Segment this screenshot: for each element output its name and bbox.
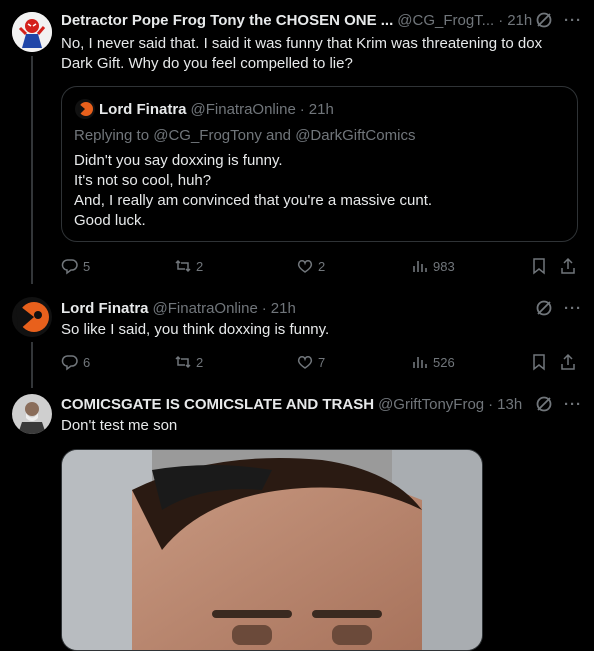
- action-bar: 5 2 2 983: [61, 256, 581, 276]
- separator: ·: [488, 395, 494, 413]
- thread-line: [31, 56, 33, 284]
- repost-count: 2: [196, 258, 204, 274]
- share-button[interactable]: [559, 256, 581, 276]
- replying-and: and: [266, 127, 292, 144]
- quote-line: Good luck.: [74, 212, 146, 229]
- repost-button[interactable]: 2: [174, 352, 203, 372]
- share-button[interactable]: [559, 352, 581, 372]
- timestamp[interactable]: 13h: [497, 396, 522, 413]
- quote-line: Didn't you say doxxing is funny.: [74, 152, 283, 169]
- bookmark-button[interactable]: [530, 256, 552, 276]
- tweet-text: Don't test me son: [61, 417, 178, 434]
- timestamp[interactable]: 21h: [507, 12, 532, 29]
- grok-icon[interactable]: [534, 10, 554, 30]
- more-icon[interactable]: ···: [564, 12, 582, 29]
- display-name[interactable]: Lord Finatra: [61, 300, 149, 317]
- display-name[interactable]: Detractor Pope Frog Tony the CHOSEN ONE …: [61, 12, 393, 29]
- reply-button[interactable]: 5: [61, 256, 90, 276]
- reply-icon: [61, 355, 78, 371]
- bookmark-icon: [533, 354, 545, 371]
- grok-icon[interactable]: [534, 394, 554, 414]
- quote-avatar: [75, 99, 95, 119]
- views-button[interactable]: 526: [411, 352, 455, 372]
- repost-button[interactable]: 2: [174, 256, 203, 276]
- like-icon: [297, 260, 313, 273]
- views-count: 983: [433, 258, 455, 274]
- replying-to-user-2[interactable]: @DarkGiftComics: [295, 127, 415, 144]
- tweet-text: So like I said, you think doxxing is fun…: [61, 321, 330, 338]
- tweet-header: Detractor Pope Frog Tony the CHOSEN ONE …: [61, 10, 582, 30]
- reply-count: 5: [83, 258, 91, 274]
- separator: ·: [498, 11, 504, 29]
- bookmark-icon: [533, 258, 545, 275]
- tweet-media-photo[interactable]: [61, 449, 483, 651]
- tweet-1[interactable]: Detractor Pope Frog Tony the CHOSEN ONE …: [0, 0, 594, 290]
- views-icon: [413, 261, 427, 272]
- like-count: 7: [318, 354, 326, 370]
- user-handle[interactable]: @GriftTonyFrog: [378, 396, 484, 413]
- avatar[interactable]: [12, 394, 52, 434]
- like-button[interactable]: 7: [296, 352, 325, 372]
- replying-prefix: Replying to: [74, 127, 150, 144]
- like-icon: [297, 356, 313, 369]
- tweet-header: COMICSGATE IS COMICSLATE AND TRASH @Grif…: [61, 394, 582, 414]
- repost-count: 2: [196, 354, 204, 370]
- views-icon: [413, 357, 427, 368]
- reply-button[interactable]: 6: [61, 352, 90, 372]
- reply-count: 6: [83, 354, 91, 370]
- thread-line: [31, 342, 33, 388]
- separator: ·: [261, 299, 267, 317]
- quoted-tweet[interactable]: Lord Finatra @FinatraOnline · 21h Replyi…: [61, 86, 578, 242]
- views-count: 526: [433, 354, 455, 370]
- avatar[interactable]: [12, 12, 52, 52]
- quote-line: It's not so cool, huh?: [74, 172, 212, 189]
- user-handle[interactable]: @FinatraOnline: [153, 300, 258, 317]
- quote-text: Didn't you say doxxing is funny. It's no…: [74, 151, 432, 231]
- quote-line: And, I really am convinced that you're a…: [74, 192, 433, 209]
- avatar[interactable]: [12, 297, 52, 337]
- quote-display-name: Lord Finatra: [99, 100, 187, 118]
- action-bar: 6 2 7 526: [61, 352, 581, 372]
- like-button[interactable]: 2: [296, 256, 325, 276]
- display-name[interactable]: COMICSGATE IS COMICSLATE AND TRASH: [61, 396, 374, 413]
- quote-handle: @FinatraOnline: [190, 100, 296, 118]
- replying-to-user-1[interactable]: @CG_FrogTony: [153, 127, 262, 144]
- views-button[interactable]: 983: [411, 256, 455, 276]
- tweet-2[interactable]: Lord Finatra @FinatraOnline · 21h ··· So…: [0, 290, 594, 388]
- tweet-text: No, I never said that. I said it was fun…: [61, 35, 543, 72]
- quote-timestamp: 21h: [308, 100, 334, 118]
- repost-icon: [175, 259, 191, 273]
- timestamp[interactable]: 21h: [271, 300, 296, 317]
- share-icon: [561, 353, 575, 370]
- reply-icon: [61, 259, 78, 275]
- share-icon: [561, 257, 575, 274]
- tweet-header: Lord Finatra @FinatraOnline · 21h ···: [61, 298, 582, 318]
- more-icon[interactable]: ···: [564, 396, 582, 413]
- separator: ·: [299, 100, 305, 118]
- user-handle[interactable]: @CG_FrogT...: [397, 12, 494, 29]
- more-icon[interactable]: ···: [564, 300, 582, 317]
- like-count: 2: [318, 258, 326, 274]
- bookmark-button[interactable]: [530, 352, 552, 372]
- repost-icon: [175, 355, 191, 369]
- replying-to: Replying to @CG_FrogTony and @DarkGiftCo…: [74, 127, 415, 144]
- grok-icon[interactable]: [534, 298, 554, 318]
